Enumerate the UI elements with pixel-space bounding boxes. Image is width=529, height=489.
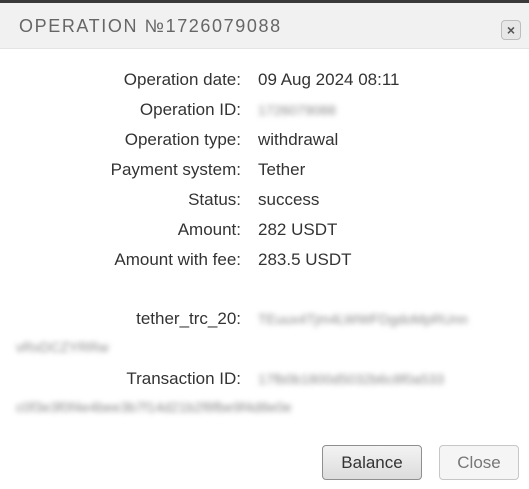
operation-dialog: OPERATION №1726079088 × Operation date: … xyxy=(0,0,529,489)
dialog-titlebar: OPERATION №1726079088 × xyxy=(0,3,529,49)
operation-date-value: 09 Aug 2024 08:11 xyxy=(258,70,400,89)
status-label: Status: xyxy=(188,190,241,209)
transaction-id-value-line2: c0f3e3f0f4e4bee3b7f14d21b2f8fbe9f4d8e0e xyxy=(16,399,292,415)
amount-with-fee-label: Amount with fee: xyxy=(114,250,241,269)
payment-system-label: Payment system: xyxy=(110,160,241,179)
amount-label: Amount: xyxy=(177,220,241,239)
dialog-title: OPERATION №1726079088 xyxy=(19,16,282,36)
close-button[interactable]: Close xyxy=(439,445,519,480)
wallet-value-line2: vRxDCZYRRw xyxy=(16,339,109,355)
wallet-value-line1: TEuux4Tjm4LWWFDgdoMpRUnn xyxy=(258,311,468,327)
operation-id-label: Operation ID: xyxy=(139,100,241,119)
balance-button[interactable]: Balance xyxy=(322,445,422,480)
amount-value: 282 USDT xyxy=(258,220,338,239)
transaction-id-label: Transaction ID: xyxy=(126,369,241,388)
payment-system-value: Tether xyxy=(258,160,306,179)
operation-type-value: withdrawal xyxy=(258,130,339,149)
operation-id-value: 1726079088 xyxy=(258,102,336,118)
operation-date-label: Operation date: xyxy=(123,70,241,89)
close-icon[interactable]: × xyxy=(501,20,521,40)
amount-with-fee-value: 283.5 USDT xyxy=(258,250,352,269)
transaction-id-value-line1: 17fb0b1800d5032b6c8f0a533 xyxy=(258,371,445,387)
status-value: success xyxy=(258,190,320,209)
wallet-label: tether_trc_20: xyxy=(136,309,241,328)
operation-type-label: Operation type: xyxy=(124,130,241,149)
